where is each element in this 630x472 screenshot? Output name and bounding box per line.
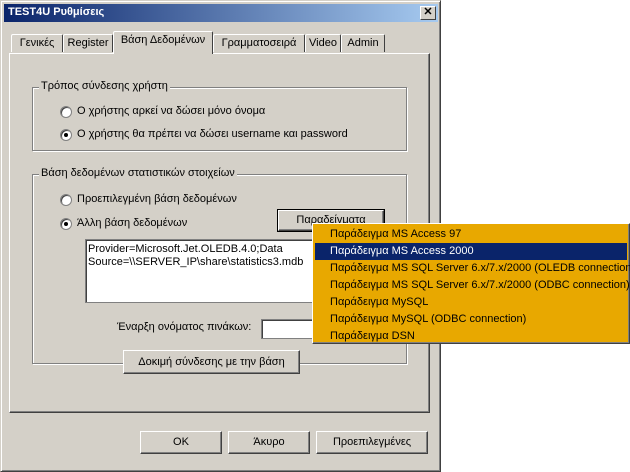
table-prefix-label: Έναρξη ονόματος πινάκων:	[117, 321, 252, 333]
defaults-button[interactable]: Προεπιλεγμένες	[316, 431, 428, 454]
test-connection-button[interactable]: Δοκιμή σύνδεσης με την βάση	[123, 350, 300, 374]
radio-label: Ο χρήστης αρκεί να δώσει μόνο όνομα	[77, 105, 266, 117]
button-label: Άκυρο	[253, 436, 285, 448]
tab-label: Admin	[347, 37, 379, 49]
tab-label: Γραμματοσειρά	[221, 37, 297, 49]
cancel-button[interactable]: Άκυρο	[228, 431, 310, 454]
close-icon: ✕	[423, 6, 433, 18]
button-label: Προεπιλεγμένες	[332, 436, 412, 448]
tab-font[interactable]: Γραμματοσειρά	[213, 34, 305, 52]
group-title: Βάση δεδομένων στατιστικών στοιχείων	[39, 167, 237, 179]
radio-username-password[interactable]	[60, 129, 72, 141]
menu-item-mysql-odbc[interactable]: Παράδειγμα MySQL (ODBC connection)	[315, 311, 627, 328]
window-title: TEST4U Ρυθμίσεις	[8, 6, 105, 18]
tab-video[interactable]: Video	[305, 34, 341, 52]
connection-mode-group: Τρόπος σύνδεσης χρήστη Ο χρήστης αρκεί ν…	[32, 80, 407, 151]
tab-general[interactable]: Γενικές	[11, 34, 63, 52]
button-label: Δοκιμή σύνδεσης με την βάση	[138, 356, 285, 368]
group-title: Τρόπος σύνδεσης χρήστη	[39, 80, 170, 92]
menu-item-mysql[interactable]: Παράδειγμα MySQL	[315, 294, 627, 311]
menu-item-access-97[interactable]: Παράδειγμα MS Access 97	[315, 226, 627, 243]
tab-label: Video	[309, 37, 337, 49]
radio-label: Προεπιλεγμένη βάση δεδομένων	[77, 193, 237, 205]
ok-button[interactable]: OK	[140, 431, 222, 454]
radio-default-database[interactable]	[60, 194, 72, 206]
tab-admin[interactable]: Admin	[341, 34, 385, 52]
menu-item-dsn[interactable]: Παράδειγμα DSN	[315, 328, 627, 345]
tab-database[interactable]: Βάση Δεδομένων	[113, 31, 213, 54]
examples-menu: Παράδειγμα MS Access 97 Παράδειγμα MS Ac…	[312, 223, 630, 344]
tab-label: Register	[67, 37, 109, 49]
radio-other-database[interactable]	[60, 218, 72, 230]
tab-label: Βάση Δεδομένων	[120, 34, 206, 46]
tab-label: Γενικές	[19, 37, 55, 49]
close-button[interactable]: ✕	[420, 6, 436, 20]
radio-label: Ο χρήστης θα πρέπει να δώσει username κα…	[77, 128, 348, 140]
button-label: OK	[173, 436, 189, 448]
menu-item-access-2000[interactable]: Παράδειγμα MS Access 2000	[315, 243, 627, 260]
tab-register[interactable]: Register	[63, 34, 113, 52]
menu-item-sqlserver-oledb[interactable]: Παράδειγμα MS SQL Server 6.x/7.x/2000 (O…	[315, 260, 630, 277]
radio-name-only[interactable]	[60, 106, 72, 118]
radio-label: Άλλη βάση δεδομένων	[77, 217, 188, 229]
menu-item-sqlserver-odbc[interactable]: Παράδειγμα MS SQL Server 6.x/7.x/2000 (O…	[315, 277, 630, 294]
title-bar[interactable]: TEST4U Ρυθμίσεις ✕	[4, 4, 438, 22]
